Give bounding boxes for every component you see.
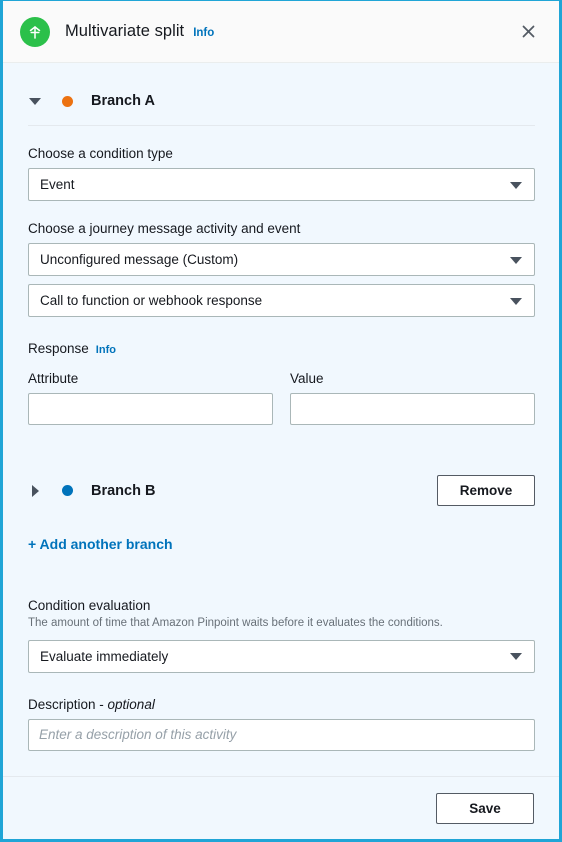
branch-a-dot xyxy=(62,95,73,107)
panel-footer: Save xyxy=(3,776,559,839)
attribute-label: Attribute xyxy=(28,371,79,386)
condition-evaluation-select[interactable]: Evaluate immediately xyxy=(28,639,535,673)
chevron-down-icon xyxy=(510,181,522,189)
panel-header: Multivariate split Info xyxy=(3,1,559,63)
description-label-text: Description - xyxy=(28,696,108,712)
value-input[interactable] xyxy=(290,393,535,425)
response-fields: Attribute Value xyxy=(28,371,535,425)
condition-evaluation-label: Condition evaluation xyxy=(28,598,151,613)
condition-type-select[interactable]: Event xyxy=(28,168,535,201)
branch-b-left[interactable]: Branch B xyxy=(28,483,155,499)
chevron-down-icon xyxy=(510,256,522,264)
journey-activity-label: Choose a journey message activity and ev… xyxy=(28,221,301,236)
chevron-down-icon[interactable] xyxy=(28,97,42,105)
condition-type-label: Choose a condition type xyxy=(28,146,173,161)
split-branch-icon xyxy=(20,16,50,47)
journey-event-value: Call to function or webhook response xyxy=(40,293,263,308)
value-field-group: Value xyxy=(290,371,535,425)
branch-b-header: Branch B Remove xyxy=(28,475,535,506)
value-label: Value xyxy=(290,371,324,386)
condition-type-value: Event xyxy=(40,177,75,192)
description-optional-text: optional xyxy=(107,696,155,712)
branch-a-header[interactable]: Branch A xyxy=(28,89,535,113)
condition-evaluation-hint: The amount of time that Amazon Pinpoint … xyxy=(28,617,443,629)
add-another-branch-link[interactable]: + Add another branch xyxy=(28,536,173,552)
page-title: Multivariate split xyxy=(65,22,185,40)
journey-activity-value: Unconfigured message (Custom) xyxy=(40,252,239,267)
panel-body: Branch A Choose a condition type Event C… xyxy=(3,63,559,776)
remove-branch-button[interactable]: Remove xyxy=(437,475,535,506)
description-input[interactable] xyxy=(28,718,535,751)
chevron-down-icon xyxy=(510,297,522,305)
multivariate-split-panel: Multivariate split Info Branch A Choose … xyxy=(0,0,562,842)
journey-event-select[interactable]: Call to function or webhook response xyxy=(28,284,535,317)
description-label: Description - optional xyxy=(28,697,535,712)
journey-activity-select[interactable]: Unconfigured message (Custom) xyxy=(28,243,535,276)
chevron-down-icon xyxy=(510,653,522,661)
response-label-text: Response xyxy=(28,341,89,356)
branch-b-dot xyxy=(62,485,73,496)
branch-a-label: Branch A xyxy=(91,93,155,109)
save-button[interactable]: Save xyxy=(436,792,534,824)
response-info-link[interactable]: Info xyxy=(96,344,116,356)
close-icon[interactable] xyxy=(513,17,543,47)
branch-b-label: Branch B xyxy=(91,482,156,499)
condition-evaluation-value: Evaluate immediately xyxy=(40,648,169,664)
header-title-group: Multivariate split Info xyxy=(65,22,513,41)
header-info-link[interactable]: Info xyxy=(193,27,214,39)
chevron-right-icon[interactable] xyxy=(28,484,42,497)
attribute-input[interactable] xyxy=(28,393,273,425)
response-section-label: Response Info xyxy=(28,341,535,356)
attribute-field-group: Attribute xyxy=(28,371,273,425)
branch-a-divider xyxy=(28,125,535,126)
